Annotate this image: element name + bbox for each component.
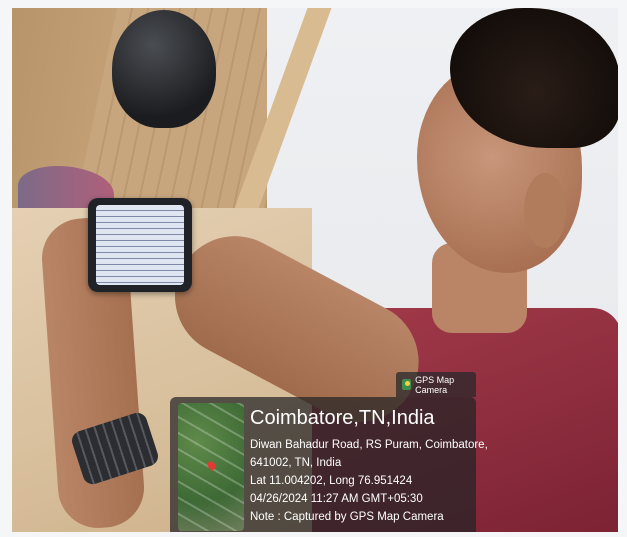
gps-map-camera-icon	[402, 379, 412, 390]
black-helmet	[112, 10, 216, 128]
phone-screen	[96, 205, 184, 285]
smartphone	[88, 198, 192, 292]
timestamp: 04/26/2024 11:27 AM GMT+05:30	[250, 493, 423, 505]
gps-info-panel: Coimbatore,TN,India Diwan Bahadur Road, …	[170, 397, 488, 532]
location-title: Coimbatore,TN,India	[250, 407, 435, 429]
gps-app-tag: GPS Map Camera	[396, 372, 476, 397]
gps-app-label: GPS Map Camera	[415, 374, 455, 395]
coordinates: Lat 11.004202, Long 76.951424	[250, 475, 413, 487]
map-thumbnail	[178, 403, 244, 531]
address-line-2: 641002, TN, India	[250, 457, 342, 469]
address-line-1: Diwan Bahadur Road, RS Puram, Coimbatore…	[250, 439, 488, 451]
photo-frame: GPS Map Camera Coimbatore,TN,India Diwan…	[12, 8, 618, 532]
ear	[524, 173, 566, 248]
capture-note: Note : Captured by GPS Map Camera	[250, 511, 444, 523]
map-pin-icon	[205, 459, 218, 472]
